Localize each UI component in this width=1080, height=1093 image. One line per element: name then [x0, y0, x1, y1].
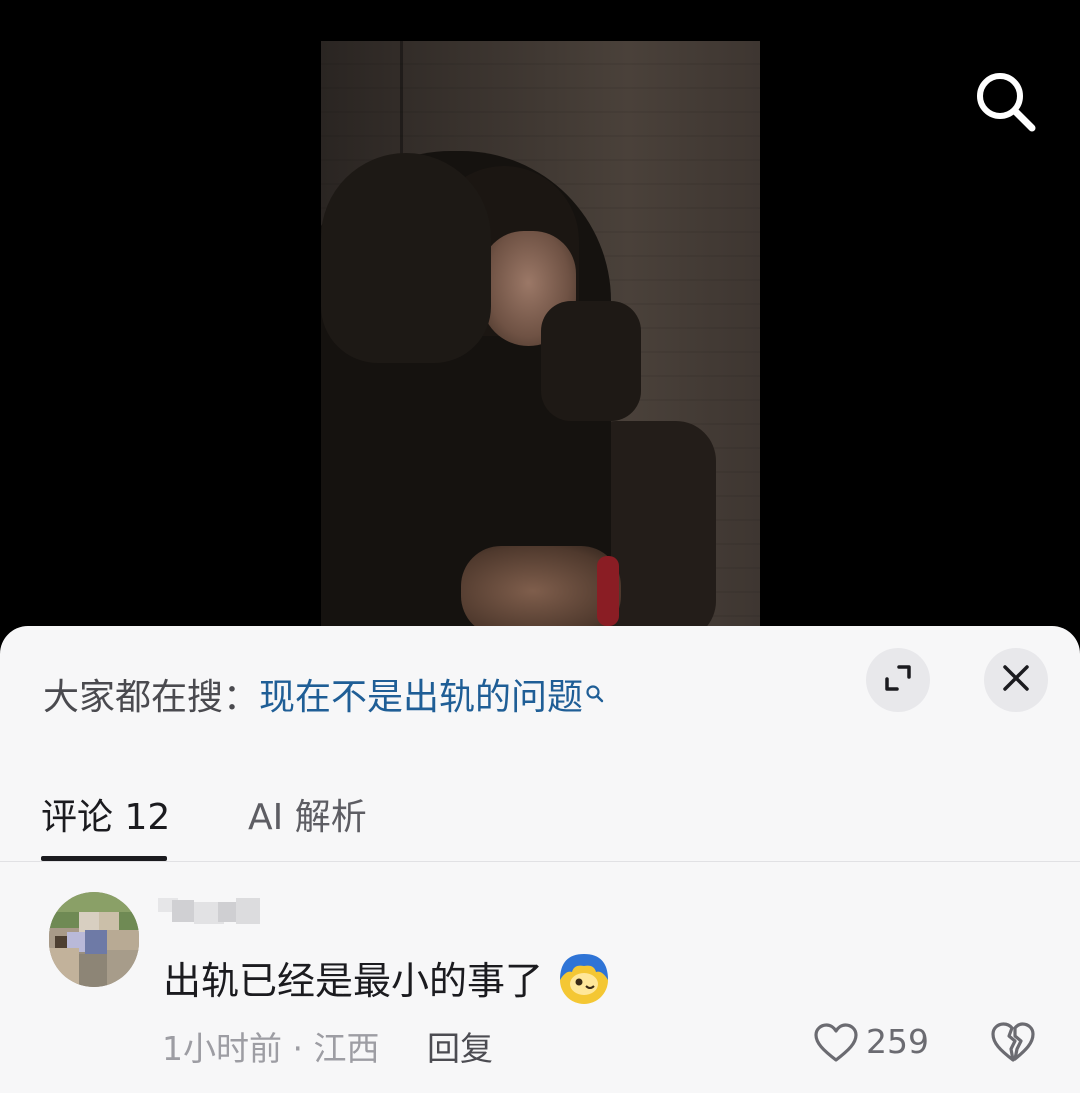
figure-back-hair — [321, 153, 491, 363]
trending-prefix: 大家都在搜： — [43, 677, 260, 718]
reply-button[interactable]: 回复 — [427, 1022, 493, 1070]
search-icon[interactable] — [970, 66, 1040, 136]
meta-separator: · — [282, 1029, 314, 1068]
red-cuff — [597, 556, 619, 626]
close-icon — [1000, 662, 1032, 698]
close-button[interactable] — [984, 648, 1048, 712]
like-count: 259 — [866, 1022, 929, 1061]
tab-comments[interactable]: 评论 12 — [41, 788, 170, 840]
comment-location: 江西 — [313, 1029, 380, 1068]
comment-text: 出轨已经是最小的事了 — [163, 959, 544, 1003]
tab-ai-analysis[interactable]: AI 解析 — [248, 788, 367, 840]
expand-button[interactable] — [866, 648, 930, 712]
trending-query-link[interactable]: 现在不是出轨的问题 — [259, 677, 583, 718]
username-blurred[interactable] — [158, 896, 262, 926]
broken-heart-icon[interactable] — [990, 1020, 1036, 1064]
search-small-icon — [585, 672, 605, 713]
crying-face-emoji-icon — [556, 950, 612, 1006]
expand-icon — [881, 661, 915, 699]
video-frame[interactable] — [321, 41, 760, 641]
heart-icon[interactable] — [813, 1022, 859, 1064]
comment-meta: 1小时前 · 江西 — [162, 1022, 379, 1070]
video-player[interactable] — [0, 0, 1080, 641]
trending-search[interactable]: 大家都在搜：现在不是出轨的问题 — [43, 668, 605, 720]
figure-sleeve — [541, 301, 641, 421]
comment-tabs: 评论 12 AI 解析 — [0, 780, 1080, 862]
comment-time: 1小时前 — [162, 1029, 282, 1068]
avatar[interactable] — [49, 892, 139, 987]
divider — [0, 861, 1080, 862]
